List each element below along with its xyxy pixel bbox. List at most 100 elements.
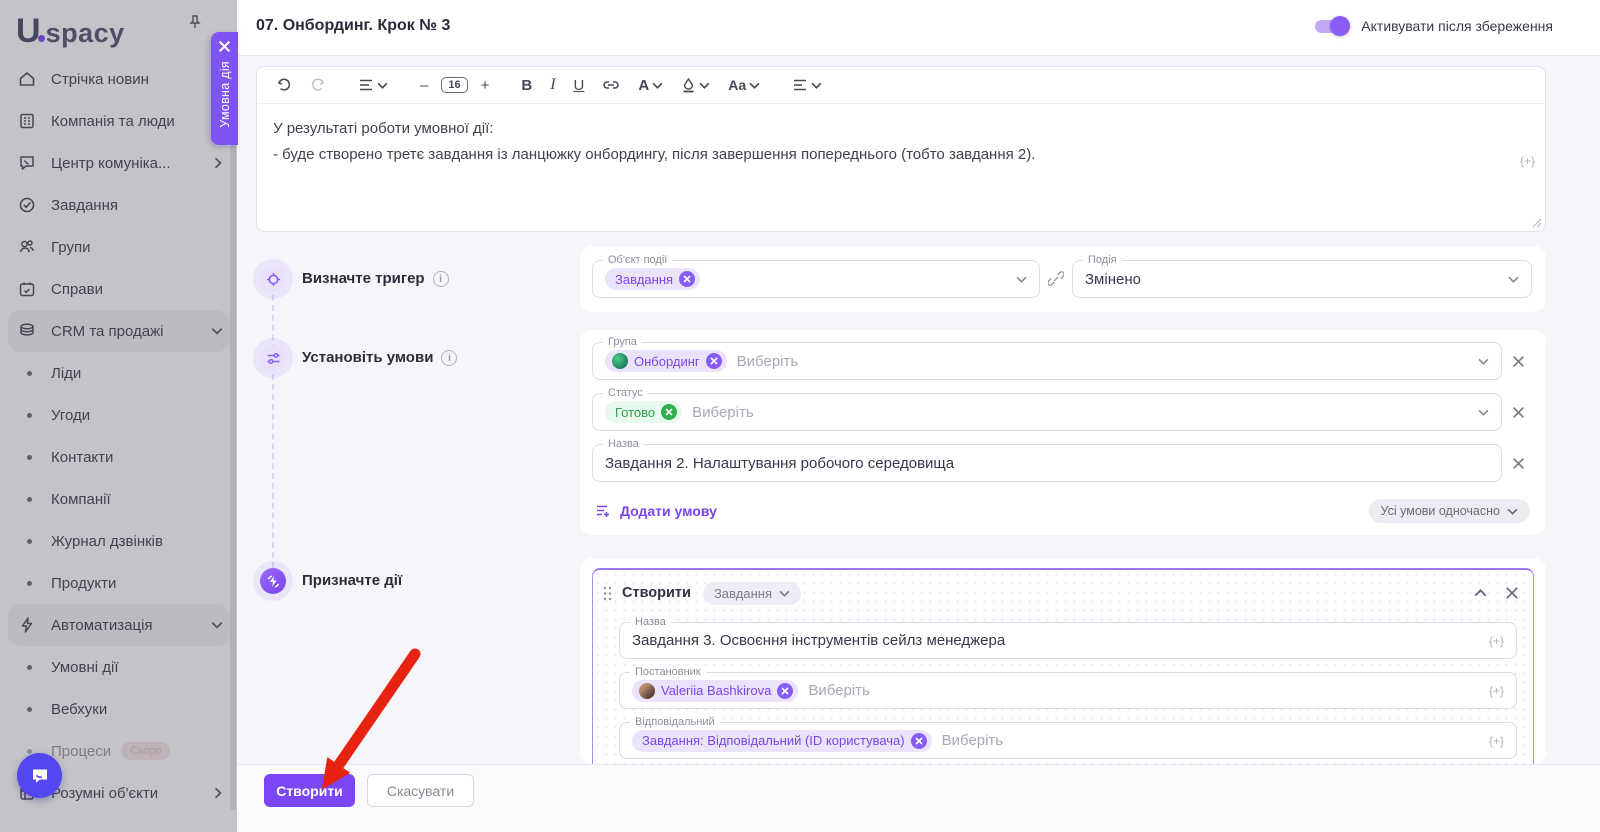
field-placeholder: Виберіть (808, 682, 870, 699)
field-placeholder: Виберіть (692, 404, 754, 421)
field-label: Назва (603, 438, 644, 451)
condition-row-status: Статус Готово Виберіть (592, 393, 1534, 431)
insert-variable-button[interactable]: {+} (1489, 734, 1504, 748)
activate-toggle[interactable] (1315, 20, 1348, 33)
italic-button[interactable]: I (545, 73, 560, 97)
toggle-knob[interactable] (1330, 16, 1350, 36)
responsible-chip[interactable]: Завдання: Відповідальний (ID користувача… (632, 730, 932, 752)
field-placeholder: Виберіть (737, 353, 799, 370)
tab-label: Умовна дія (218, 61, 232, 128)
trigger-card: Об'єкт події Завдання Подія Змінено (580, 246, 1546, 312)
conditions-mode-select[interactable]: Усі умови одночасно (1369, 499, 1530, 523)
actions-step-title: Призначте дії (302, 572, 402, 589)
redo-icon[interactable] (305, 74, 331, 96)
name-input[interactable]: Назва Завдання 2. Налаштування робочого … (592, 444, 1502, 482)
cancel-button[interactable]: Скасувати (367, 774, 474, 807)
dropdown-arrow-icon (1478, 358, 1489, 365)
undo-icon[interactable] (271, 74, 297, 96)
drag-handle-icon[interactable] (603, 586, 612, 601)
event-select[interactable]: Подія Змінено (1072, 260, 1532, 298)
field-label: Назва (630, 616, 671, 629)
conditions-step-icon (260, 345, 286, 371)
author-select[interactable]: Постановник Valeriia Bashkirova Виберіть… (619, 672, 1517, 709)
panel-header: 07. Онбординг. Крок № 3 Активувати після… (237, 0, 1600, 56)
condition-row-name: Назва Завдання 2. Налаштування робочого … (592, 444, 1534, 482)
panel-footer: Створити Скасувати (237, 764, 1600, 832)
user-avatar (639, 683, 655, 699)
highlight-color-button[interactable] (676, 74, 715, 96)
action-entity-select[interactable]: Завдання (703, 582, 801, 605)
action-title: Створити (622, 585, 691, 601)
close-icon[interactable] (1505, 586, 1519, 600)
event-value: Змінено (1085, 271, 1141, 288)
main-panel: 07. Онбординг. Крок № 3 Активувати після… (237, 0, 1600, 832)
insert-variable-button[interactable]: {+} (1520, 148, 1535, 174)
link-icon[interactable] (597, 76, 625, 94)
font-size-increase-icon[interactable]: + (476, 74, 495, 97)
add-condition-button[interactable]: Додати умову (596, 503, 717, 519)
actions-card: Створити Завдання Назва Завдання 3. Осво… (580, 558, 1546, 764)
insert-variable-button[interactable]: {+} (1489, 684, 1504, 698)
underline-button[interactable]: U (569, 74, 590, 97)
link-fields-icon (1048, 271, 1064, 287)
condition-row-group: Група Онбординг Виберіть (592, 342, 1534, 380)
editor-line: У результаті роботи умовної дії: (273, 116, 1505, 142)
remove-condition-button[interactable] (1502, 457, 1534, 470)
dropdown-arrow-icon (1478, 409, 1489, 416)
sidebar-overlay (0, 0, 237, 832)
line-height-icon[interactable] (353, 75, 393, 95)
chip-remove-icon[interactable] (661, 404, 677, 420)
resize-handle[interactable] (1532, 218, 1542, 228)
dropdown-arrow-icon (1016, 276, 1027, 283)
editor-content[interactable]: У результаті роботи умовної дії: - буде … (257, 104, 1545, 168)
field-label: Група (603, 336, 642, 349)
group-select[interactable]: Група Онбординг Виберіть (592, 342, 1502, 380)
remove-condition-button[interactable] (1502, 355, 1534, 368)
group-chip[interactable]: Онбординг (605, 350, 727, 372)
dropdown-arrow-icon (1508, 276, 1519, 283)
action-item-card: Створити Завдання Назва Завдання 3. Осво… (592, 568, 1534, 764)
insert-variable-button[interactable]: {+} (1489, 634, 1504, 648)
trigger-step-icon (260, 266, 286, 292)
field-label: Постановник (630, 666, 706, 679)
info-icon[interactable]: i (433, 271, 449, 287)
text-color-button[interactable]: A (633, 74, 668, 97)
create-button[interactable]: Створити (264, 774, 355, 807)
name-value: Завдання 2. Налаштування робочого середо… (605, 455, 954, 472)
close-icon[interactable] (218, 40, 231, 53)
description-editor: – 16 + B I U A Aa У результаті роботи ум… (256, 66, 1546, 232)
responsible-select[interactable]: Відповідальний Завдання: Відповідальний … (619, 722, 1517, 759)
info-icon[interactable]: i (441, 350, 457, 366)
field-placeholder: Виберіть (942, 732, 1004, 749)
font-size-value[interactable]: 16 (441, 77, 467, 93)
chip-remove-icon[interactable] (679, 271, 695, 287)
chip-remove-icon[interactable] (777, 683, 793, 699)
text-style-button[interactable]: Aa (723, 74, 765, 96)
event-object-chip[interactable]: Завдання (605, 268, 700, 290)
field-label: Об'єкт події (603, 254, 672, 267)
steps-connector (272, 295, 274, 568)
field-label: Відповідальний (630, 716, 720, 729)
remove-condition-button[interactable] (1502, 406, 1534, 419)
align-button[interactable] (787, 75, 827, 95)
activate-toggle-label: Активувати після збереження (1361, 18, 1553, 34)
actions-step-icon (260, 568, 286, 594)
bold-button[interactable]: B (516, 74, 537, 97)
page: Uspacy Стрічка новин Компанія та люди Це… (0, 0, 1600, 832)
status-chip[interactable]: Готово (605, 401, 682, 423)
group-avatar (612, 353, 628, 369)
font-size-decrease-icon[interactable]: – (415, 74, 433, 97)
conditions-step-title: Установіть умовиi (302, 349, 457, 366)
editor-line: - буде створено третє завдання із ланцюж… (273, 142, 1505, 168)
collapse-icon[interactable] (1474, 589, 1487, 597)
chat-widget-button[interactable] (17, 753, 62, 798)
conditional-action-tab[interactable]: Умовна дія (211, 32, 238, 145)
field-label: Подія (1083, 254, 1122, 267)
chip-remove-icon[interactable] (911, 733, 927, 749)
action-name-input[interactable]: Назва Завдання 3. Освоєння інструментів … (619, 622, 1517, 659)
author-chip[interactable]: Valeriia Bashkirova (632, 680, 798, 702)
event-object-select[interactable]: Об'єкт події Завдання (592, 260, 1040, 298)
trigger-step-title: Визначте тригерi (302, 270, 449, 287)
status-select[interactable]: Статус Готово Виберіть (592, 393, 1502, 431)
chip-remove-icon[interactable] (706, 353, 722, 369)
